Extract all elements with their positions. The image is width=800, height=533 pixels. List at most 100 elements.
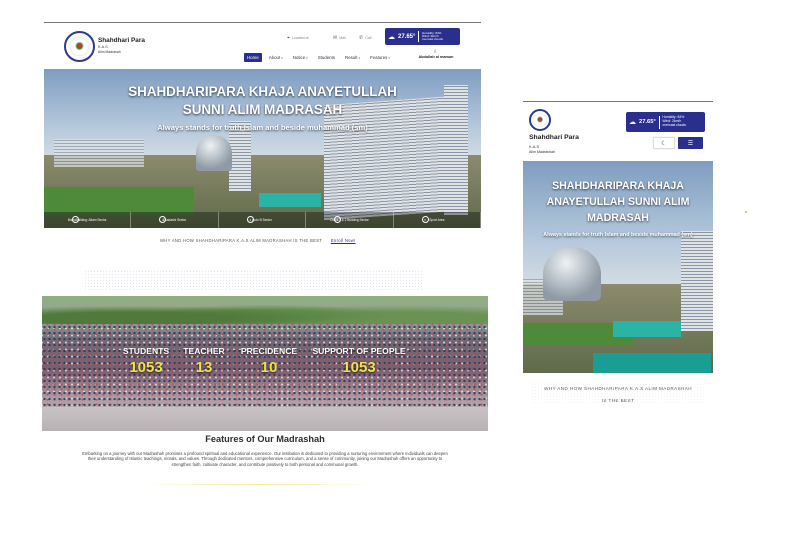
- slide-tab-4[interactable]: 4 Class 1 & 2 Building Sector: [306, 212, 394, 228]
- why-section: WHY AND HOW SHAHDHARIPARA K.A.S ALIM MAD…: [160, 238, 356, 243]
- stat-precidence: PRECIDENCE 10: [235, 346, 303, 376]
- nav-home-label: Home: [247, 55, 259, 60]
- brand-line3: Alim Madrasah: [98, 50, 121, 54]
- weather-details: Humidity: 84% Wind: 2km/h overcast cloud…: [662, 116, 686, 127]
- location-icon: ⌖: [287, 35, 290, 41]
- stray-dot: [745, 211, 747, 213]
- weather-widget: ☁ 27.65° Humidity: 84% Wind: 2km/h overc…: [385, 28, 460, 45]
- nav-about-label: About: [268, 55, 281, 60]
- weather-temperature: 27.65°: [398, 33, 416, 40]
- contact-mail-label: Mail: [339, 36, 346, 40]
- stat-support: SUPPORT OF PEOPLE 1053: [306, 346, 412, 376]
- stat-label: SUPPORT OF PEOPLE: [312, 346, 406, 356]
- weather-separator: [418, 31, 420, 42]
- site-header: Shahdhari Para K.A.S Alim Madrasah ⌖ Loc…: [44, 23, 481, 69]
- slide-number: 1: [72, 216, 79, 223]
- top-divider: [523, 101, 713, 102]
- hero-title-line1: SHAHDHARIPARA KHAJA ANAYETULLAH: [128, 84, 397, 99]
- hero-building-right: [681, 231, 713, 331]
- dotted-placeholder: [531, 383, 705, 405]
- brand-name: Shahdhari Para: [529, 134, 579, 141]
- weather-temperature: 27.65°: [639, 119, 656, 125]
- brand-line2: K.A.S: [529, 144, 540, 149]
- main-nav: Home About▾ Notice▾ Students Result▾ Fea…: [244, 53, 393, 62]
- stat-label: TEACHER: [183, 346, 225, 356]
- hero-slide-tabs: 1 Main Building: Allam Sector 2 Ekadashi S…: [44, 212, 481, 228]
- chevron-down-icon: ▾: [358, 56, 360, 60]
- nav-features-label: Features: [370, 55, 388, 60]
- hero-banner: SHAHDHARIPARA KHAJA ANAYETULLAH SUNNI AL…: [44, 69, 481, 228]
- weather-condition: overcast clouds: [662, 122, 686, 127]
- theme-toggle-button[interactable]: ☾: [653, 137, 675, 149]
- hero-banner: SHAHDHARIPARA KHAJA ANAYETULLAH SUNNI AL…: [523, 161, 713, 373]
- menu-icon: ☰: [687, 140, 694, 147]
- slide-tab-2[interactable]: 2 Ekadashi Sector: [131, 212, 219, 228]
- stat-value: 10: [260, 359, 278, 376]
- nav-students-label: Students: [317, 55, 336, 60]
- crowd-trees: [42, 296, 488, 324]
- hero-title-line1: SHAHDHARIPARA KHAJA: [552, 180, 684, 192]
- nav-features[interactable]: Features▾: [367, 53, 393, 62]
- contact-mail[interactable]: ✉ Mail: [333, 35, 346, 41]
- dotted-placeholder: [84, 270, 424, 292]
- slide-label: Auto B Sector: [252, 218, 272, 222]
- features-heading: Features of Our Madrashah: [205, 434, 325, 444]
- brand-name: Shahdhari Para: [98, 37, 145, 44]
- hero-tagline: Always stands for truth Islam and beside…: [157, 123, 368, 132]
- stat-value: 1053: [129, 359, 163, 376]
- nav-about[interactable]: About▾: [266, 53, 286, 62]
- menu-button[interactable]: ☰: [678, 137, 703, 149]
- slide-tab-1[interactable]: 1 Main Building: Allam Sector: [44, 212, 132, 228]
- phone-icon: ✆: [359, 35, 364, 41]
- features-description: Embarking on a journey with our Madrasha…: [82, 451, 448, 467]
- stat-label: STUDENTS: [122, 346, 170, 356]
- hero-dome: [543, 247, 601, 301]
- slide-tab-5[interactable]: 5 Sport Area: [394, 212, 481, 228]
- chevron-down-icon: ▾: [281, 56, 283, 60]
- slide-label: Sport Area: [429, 218, 445, 222]
- nav-home[interactable]: Home: [244, 53, 262, 62]
- moon-icon: ☾: [661, 140, 667, 147]
- stat-value: 13: [195, 359, 213, 376]
- hero-court-lower: [593, 353, 711, 373]
- weather-separator: [658, 115, 660, 129]
- chevron-down-icon: ▾: [388, 56, 390, 60]
- nav-notice[interactable]: Notice▾: [290, 53, 311, 62]
- school-logo[interactable]: [64, 31, 95, 62]
- stat-students: STUDENTS 1053: [116, 346, 176, 376]
- contact-location-label: Located at: [291, 36, 309, 40]
- hero-title-line2: SUNNI ALIM MADRASAH: [182, 102, 343, 117]
- mobile-preview: Shahdhari Para K.A.S Alim Madrashah ☁ 27…: [523, 101, 713, 406]
- cloud-icon: ☁: [388, 33, 395, 41]
- hero-title-line2: ANAYETULLAH SUNNI ALIM: [546, 196, 690, 208]
- mail-icon: ✉: [333, 35, 338, 41]
- weather-condition: overcast clouds: [422, 37, 443, 42]
- school-logo[interactable]: [529, 109, 551, 131]
- stat-teacher: TEACHER 13: [180, 346, 228, 376]
- hero-building-left: [54, 139, 144, 167]
- nav-students[interactable]: Students: [315, 53, 338, 62]
- slide-label: Ekadashi Sector: [163, 218, 187, 222]
- contact-phone-label: Call: [365, 36, 372, 40]
- nav-result-label: Result: [345, 55, 358, 60]
- nav-notice-label: Notice: [292, 55, 306, 60]
- hero-dome: [196, 135, 232, 171]
- features-underline: [140, 484, 380, 485]
- slide-number: 3: [246, 216, 254, 223]
- weather-widget: ☁ 27.65° Humidity: 84% Wind: 2km/h overc…: [626, 112, 705, 132]
- hero-title-line3: MADRASAH: [587, 212, 649, 224]
- stats-banner: STUDENTS 1053 TEACHER 13 PRECIDENCE 10 S…: [42, 296, 488, 431]
- user-name[interactable]: Abdullah al mamun: [418, 55, 453, 59]
- contact-phone[interactable]: ✆ Call: [359, 35, 371, 41]
- enroll-now-link[interactable]: Enroll Now!: [331, 238, 356, 243]
- hero-tagline: Always stands for truth Islam and beside…: [543, 232, 693, 238]
- slide-tab-3[interactable]: 3 Auto B Sector: [219, 212, 307, 228]
- nav-result[interactable]: Result▾: [342, 53, 363, 62]
- brand-line3: Alim Madrashah: [529, 150, 555, 154]
- stat-value: 1053: [342, 359, 376, 376]
- weather-details: Humidity: 84% Wind: 2km/h overcast cloud…: [422, 31, 443, 42]
- slide-number: 5: [421, 216, 429, 223]
- cloud-icon: ☁: [629, 119, 636, 126]
- contact-location[interactable]: ⌖ Located at: [287, 35, 309, 41]
- hero-court: [259, 193, 321, 207]
